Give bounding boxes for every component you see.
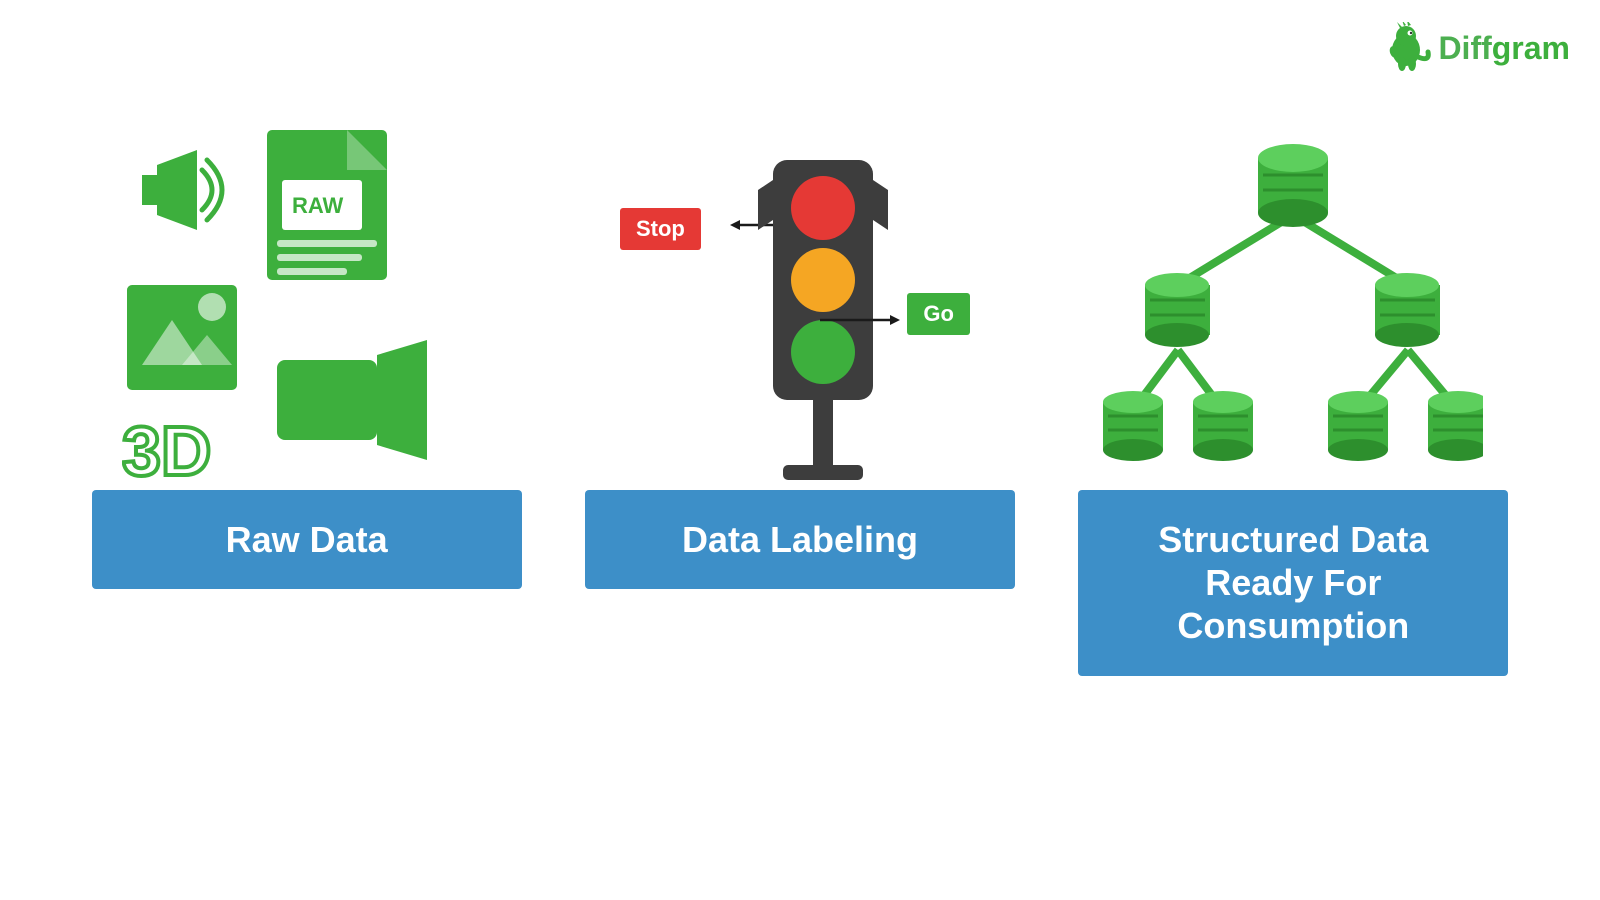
go-label: Go bbox=[907, 293, 970, 335]
svg-text:3D: 3D bbox=[122, 412, 211, 490]
svg-text:RAW: RAW bbox=[292, 193, 344, 218]
go-arrow-icon bbox=[820, 310, 900, 330]
database-tree-icon bbox=[1103, 120, 1483, 480]
diffgram-dino-icon bbox=[1380, 22, 1432, 74]
megaphone-icon bbox=[127, 140, 227, 240]
structured-data-label: Structured Data Ready For Consumption bbox=[1078, 490, 1508, 676]
logo-text: Diffgram bbox=[1438, 30, 1570, 67]
data-labeling-label: Data Labeling bbox=[585, 490, 1015, 589]
traffic-light-area: Stop bbox=[585, 110, 1015, 490]
column-data-labeling: Stop bbox=[585, 110, 1015, 589]
logo: Diffgram bbox=[1380, 22, 1570, 74]
video-camera-icon bbox=[277, 340, 427, 460]
column-structured-data: Structured Data Ready For Consumption bbox=[1078, 110, 1508, 676]
database-tree-area bbox=[1078, 110, 1508, 490]
column-raw-data: RAW 3D bbox=[92, 110, 522, 589]
raw-document-icon: RAW bbox=[257, 130, 417, 300]
main-content: RAW 3D bbox=[0, 110, 1600, 676]
image-icon bbox=[127, 285, 237, 390]
3d-icon: 3D bbox=[122, 395, 242, 495]
raw-data-label: Raw Data bbox=[92, 490, 522, 589]
raw-data-icons: RAW 3D bbox=[92, 110, 522, 490]
stop-label: Stop bbox=[620, 208, 701, 250]
